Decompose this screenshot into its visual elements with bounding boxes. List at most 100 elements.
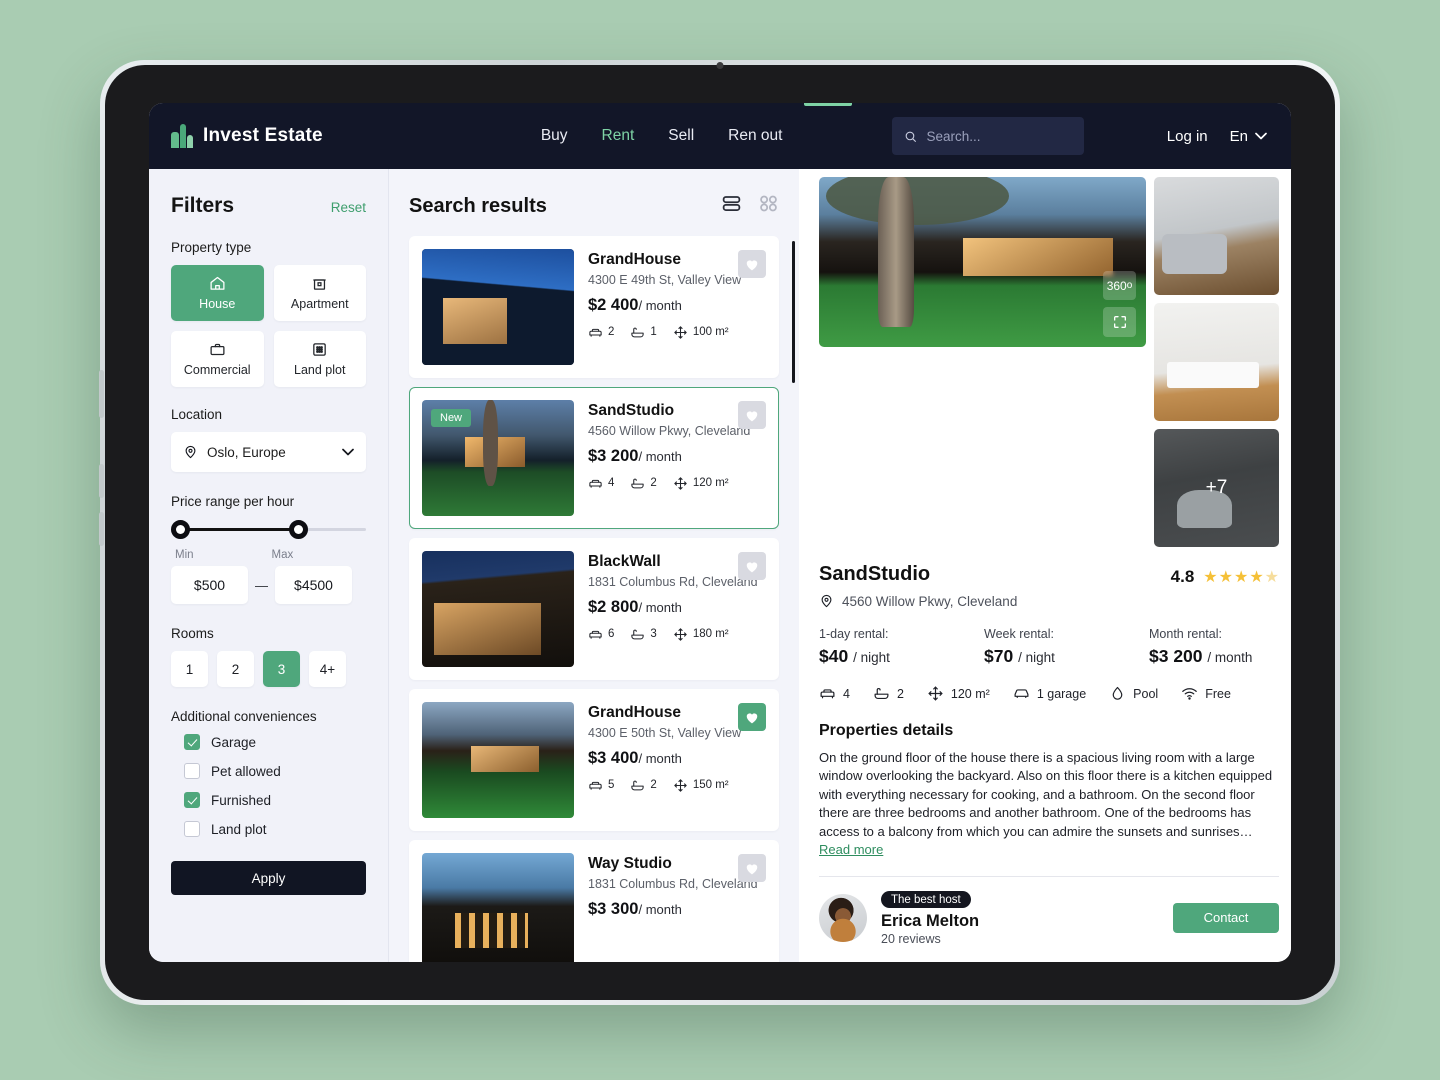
checkbox-garage[interactable]	[184, 734, 200, 750]
filters-header: Filters Reset	[171, 194, 366, 218]
property-type-apartment-label: Apartment	[290, 297, 349, 311]
convenience-furnished-label: Furnished	[211, 792, 272, 808]
slider-knob-max[interactable]	[289, 520, 308, 539]
login-link[interactable]: Log in	[1167, 128, 1208, 145]
convenience-land-plot-label: Land plot	[211, 821, 267, 837]
nav-link-buy[interactable]: Buy	[541, 127, 568, 145]
view-360-button[interactable]: 360 o	[1103, 271, 1136, 300]
apply-filters-button[interactable]: Apply	[171, 861, 366, 895]
gallery-thumbnail[interactable]	[1154, 303, 1279, 421]
result-card-specs: 4 2 120 m²	[588, 476, 766, 491]
convenience-furnished[interactable]: Furnished	[171, 792, 366, 808]
bed-icon	[589, 630, 602, 639]
result-card[interactable]: GrandHouse 4300 E 49th St, Valley View $…	[409, 236, 779, 378]
power-button[interactable]	[99, 370, 104, 418]
bath-icon	[874, 688, 889, 700]
result-card[interactable]: GrandHouse 4300 E 50th St, Valley View $…	[409, 689, 779, 831]
price-max-input[interactable]	[275, 566, 352, 604]
slider-knob-min[interactable]	[171, 520, 190, 539]
reset-filters-link[interactable]: Reset	[331, 200, 366, 215]
volume-up-button[interactable]	[99, 464, 104, 498]
spec-area: 150 m²	[673, 778, 729, 793]
active-nav-indicator	[804, 103, 852, 106]
expand-photo-button[interactable]	[1103, 307, 1136, 337]
detail-address-row: 4560 Willow Pkwy, Cleveland	[819, 593, 1279, 609]
primary-nav: Buy Rent Sell Ren out	[541, 127, 783, 145]
brand-logo-group[interactable]: Invest Estate	[171, 124, 323, 148]
rental-week-label: Week rental:	[984, 627, 1054, 641]
spec-area: 120 m²	[673, 476, 729, 491]
favorite-button[interactable]	[738, 552, 766, 580]
favorite-button[interactable]	[738, 703, 766, 731]
spec-beds: 4	[588, 476, 614, 491]
convenience-garage-label: Garage	[211, 734, 257, 750]
front-camera-icon	[716, 62, 724, 69]
result-card-price: $3 400/ month	[588, 748, 682, 767]
property-detail-panel: 360 o +7 SandStudio 4.8 ★ ★ ★ ★ ★ 4560 W…	[799, 169, 1291, 962]
area-icon	[674, 778, 687, 792]
volume-down-button[interactable]	[99, 512, 104, 546]
checkbox-land-plot[interactable]	[184, 821, 200, 837]
gallery-thumbnail-more[interactable]: +7	[1154, 429, 1279, 547]
result-card[interactable]: Way Studio 1831 Columbus Rd, Cleveland $…	[409, 840, 779, 962]
contact-host-button[interactable]: Contact	[1173, 902, 1279, 933]
result-card[interactable]: New SandStudio 4560 Willow Pkwy, Clevela…	[409, 387, 779, 529]
checkbox-furnished[interactable]	[184, 792, 200, 808]
result-card-price: $2 400/ month	[588, 295, 682, 314]
gallery-thumbnail[interactable]	[1154, 177, 1279, 295]
search-input[interactable]	[926, 128, 1073, 144]
property-type-apartment[interactable]: Apartment	[273, 265, 366, 321]
rooms-option-3[interactable]: 3	[263, 651, 300, 687]
location-value: Oslo, Europe	[207, 444, 286, 460]
price-range-slider[interactable]	[171, 519, 366, 541]
gallery-hero-photo[interactable]: 360 o	[819, 177, 1146, 347]
result-card[interactable]: BlackWall 1831 Columbus Rd, Cleveland $2…	[409, 538, 779, 680]
rooms-option-1[interactable]: 1	[171, 651, 208, 687]
property-type-house[interactable]: House	[171, 265, 264, 321]
rental-week-price: $70 / night	[984, 646, 1055, 666]
convenience-land-plot[interactable]: Land plot	[171, 821, 366, 837]
language-selector[interactable]: En	[1230, 128, 1267, 145]
read-more-link[interactable]: Read more	[819, 842, 883, 857]
favorite-button[interactable]	[738, 854, 766, 882]
view-grid-toggle[interactable]	[758, 193, 779, 219]
conveniences-label: Additional conveniences	[171, 709, 317, 724]
property-type-commercial-label: Commercial	[183, 363, 251, 377]
rooms-option-4plus[interactable]: 4+	[309, 651, 346, 687]
area-icon	[674, 627, 687, 641]
property-type-commercial[interactable]: Commercial	[171, 331, 264, 387]
checkbox-pet-allowed[interactable]	[184, 763, 200, 779]
map-pin-icon	[821, 594, 832, 608]
new-badge: New	[431, 409, 472, 427]
nav-link-sell[interactable]: Sell	[668, 127, 694, 145]
rooms-option-2[interactable]: 2	[217, 651, 254, 687]
min-label: Min	[175, 549, 194, 561]
price-min-input[interactable]	[171, 566, 248, 604]
star-icon: ★	[1249, 569, 1264, 586]
property-type-land-plot-label: Land plot	[294, 363, 346, 377]
price-range-dash: —	[255, 577, 268, 593]
heart-icon	[746, 712, 758, 723]
result-card-specs: 5 2 150 m²	[588, 778, 766, 793]
results-header: Search results	[409, 193, 779, 219]
nav-link-ren-out[interactable]: Ren out	[728, 127, 782, 145]
map-pin-icon	[185, 445, 196, 459]
nav-right-group: Log in En	[1167, 128, 1267, 145]
view-list-toggle[interactable]	[721, 193, 742, 219]
area-icon	[674, 476, 687, 490]
property-type-land-plot[interactable]: Land plot	[273, 331, 366, 387]
nav-link-rent[interactable]: Rent	[602, 127, 635, 145]
slider-fill	[177, 528, 297, 531]
location-select[interactable]: Oslo, Europe	[171, 432, 366, 472]
results-scrollbar[interactable]	[792, 241, 795, 383]
favorite-button[interactable]	[738, 401, 766, 429]
spec-baths: 1	[630, 325, 657, 340]
favorite-button[interactable]	[738, 250, 766, 278]
convenience-garage[interactable]: Garage	[171, 734, 366, 750]
conveniences-group: Garage Pet allowed Furnished Land plot	[171, 734, 366, 837]
max-label: Max	[271, 549, 294, 561]
search-box[interactable]	[892, 117, 1085, 155]
rating-group: 4.8 ★ ★ ★ ★ ★	[1171, 563, 1279, 587]
star-icon: ★	[1233, 569, 1249, 586]
convenience-pet-allowed[interactable]: Pet allowed	[171, 763, 366, 779]
